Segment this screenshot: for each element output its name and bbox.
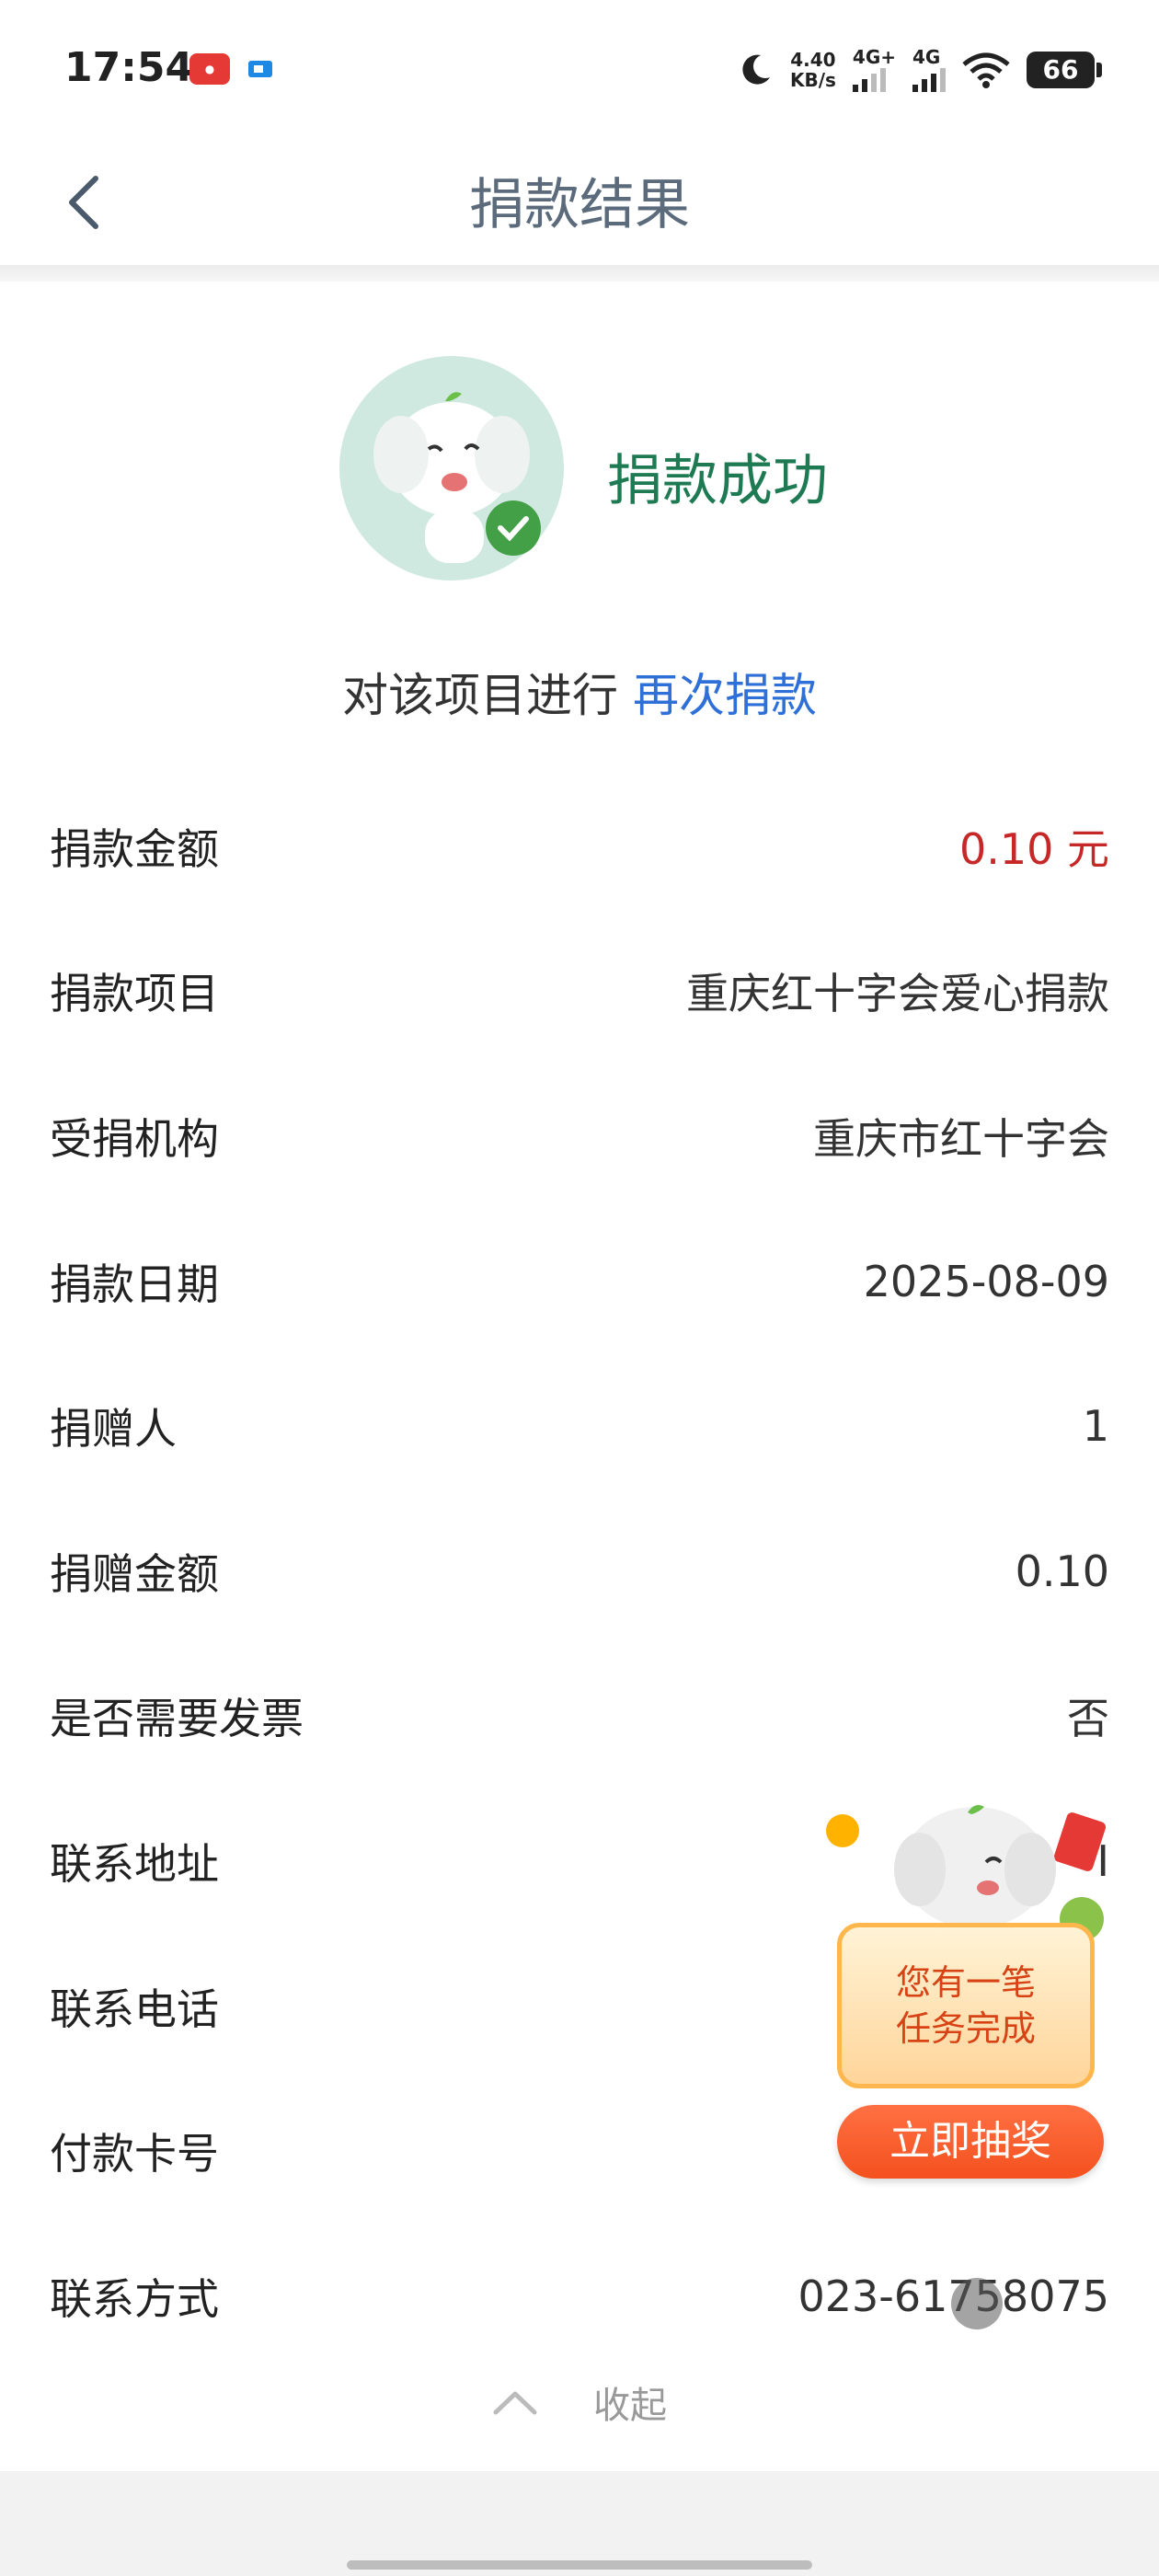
detail-row-invoice: 是否需要发票 否 — [50, 1644, 1109, 1789]
detail-value: 0.10 元 — [958, 823, 1109, 874]
lottery-button[interactable]: 立即抽奖 — [837, 2105, 1104, 2179]
signal-bars-icon-2 — [912, 66, 946, 92]
wifi-icon — [962, 52, 1010, 88]
detail-value: 1 — [1082, 1401, 1109, 1452]
detail-label: 捐赠金额 — [50, 1548, 219, 1599]
app-notification-icon-2 — [248, 61, 272, 77]
lottery-promo-widget[interactable]: 您有一笔 任务完成 立即抽奖 — [809, 1785, 1122, 2208]
moon-icon — [742, 54, 770, 85]
detail-row-donor: 捐赠人 1 — [50, 1353, 1109, 1499]
detail-row-project: 捐款项目 重庆红十字会爱心捐款 — [50, 919, 1109, 1064]
detail-row-contact: 联系方式 023-61758075 — [50, 2224, 1109, 2369]
detail-label: 是否需要发票 — [50, 1694, 304, 1744]
detail-value: 0.10 — [1015, 1546, 1109, 1596]
detail-label: 受捐机构 — [50, 1113, 219, 1164]
chevron-up-icon — [493, 2391, 537, 2415]
signal-bars-icon — [852, 66, 886, 92]
promo-line2: 任务完成 — [895, 2008, 1036, 2049]
detail-label: 付款卡号 — [50, 2129, 219, 2179]
detail-label: 联系方式 — [50, 2273, 219, 2324]
detail-row-date: 捐款日期 2025-08-09 — [50, 1209, 1109, 1354]
status-bar: 17:54 ● 4.40 KB/s 4G+ 4G 66 — [0, 0, 1159, 138]
detail-label: 联系地址 — [50, 1838, 219, 1889]
detail-value: 重庆红十字会爱心捐款 — [686, 969, 1109, 1019]
page-title: 捐款结果 — [469, 173, 690, 237]
detail-row-organization: 受捐机构 重庆市红十字会 — [50, 1064, 1109, 1209]
detail-value: 否 — [1067, 1694, 1109, 1744]
detail-label: 联系电话 — [50, 1984, 219, 2034]
promo-line1: 您有一笔 — [895, 1962, 1036, 2003]
detail-label: 捐款项目 — [50, 969, 219, 1019]
nav-bar: 捐款结果 — [0, 138, 1159, 267]
detail-label: 捐赠人 — [50, 1404, 177, 1455]
success-status: 捐款成功 — [607, 449, 828, 513]
donate-again-link[interactable]: 再次捐款 — [633, 669, 817, 722]
status-icons: 4.40 KB/s 4G+ 4G 66 — [737, 42, 1102, 98]
elephant-mascot-icon — [339, 356, 564, 581]
signal-sim2: 4G — [912, 48, 946, 92]
signal-sim1: 4G+ — [852, 48, 896, 92]
detail-label: 捐款日期 — [50, 1259, 219, 1309]
status-time: 17:54 — [64, 44, 194, 91]
detail-value: 重庆市红十字会 — [813, 1113, 1109, 1164]
collapse-label: 收起 — [593, 2385, 667, 2427]
donate-again-line: 对该项目进行 再次捐款 — [0, 659, 1159, 725]
detail-row-amount: 捐款金额 0.10 元 — [50, 774, 1109, 919]
net-speed: 4.40 KB/s — [789, 49, 836, 91]
detail-value: 2025-08-09 — [863, 1256, 1109, 1306]
detail-row-donation-amount: 捐赠金额 0.10 — [50, 1499, 1109, 1644]
collapse-toggle[interactable]: 收起 — [0, 2370, 1159, 2434]
detail-label: 捐款金额 — [50, 823, 219, 874]
promo-message: 您有一笔 任务完成 — [837, 1923, 1095, 2088]
app-notification-icon: ● — [189, 53, 230, 85]
promo-close-icon[interactable] — [951, 2278, 1003, 2329]
home-indicator[interactable] — [347, 2560, 812, 2570]
donate-again-prefix: 对该项目进行 — [342, 669, 619, 722]
nav-divider — [0, 265, 1159, 282]
battery-icon: 66 — [1027, 52, 1102, 88]
